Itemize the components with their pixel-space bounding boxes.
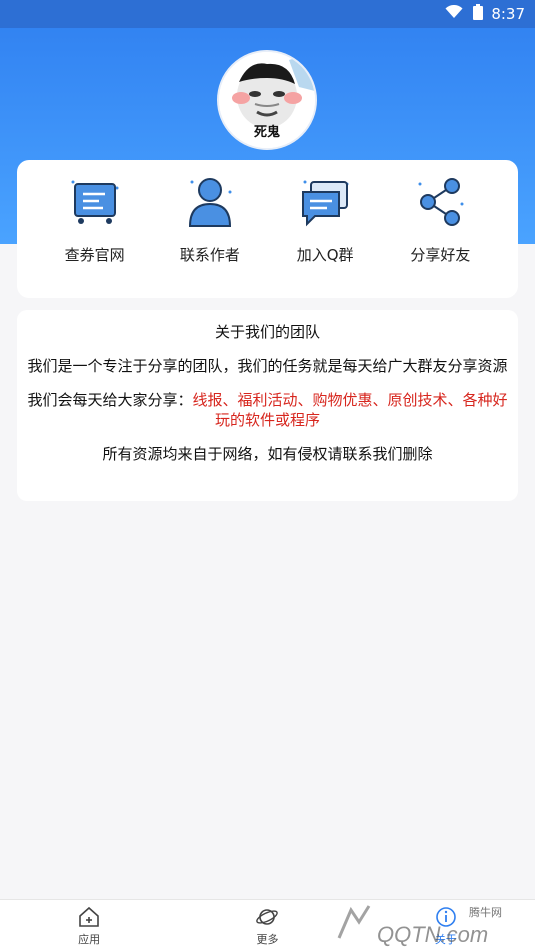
tab-label: 关于 xyxy=(434,932,457,946)
about-card: 关于我们的团队 我们是一个专注于分享的团队，我们的任务就是每天给广大群友分享资源… xyxy=(17,310,518,501)
avatar[interactable]: 死鬼 xyxy=(217,50,317,150)
menu-item-share-friends[interactable]: 分享好友 xyxy=(390,174,490,265)
chat-icon xyxy=(302,180,349,227)
share-icon xyxy=(418,178,464,226)
tab-apps[interactable]: 应用 xyxy=(29,905,149,947)
wifi-icon xyxy=(445,4,463,23)
cart-icon xyxy=(71,180,119,224)
user-icon xyxy=(188,178,232,227)
tab-label: 更多 xyxy=(256,932,279,946)
menu-label: 加入Q群 xyxy=(296,246,354,264)
home-icon xyxy=(79,906,99,927)
menu-label: 联系作者 xyxy=(179,246,240,264)
bottom-nav: 应用 更多 关于 xyxy=(0,899,535,951)
menu-item-join-qq-group[interactable]: 加入Q群 xyxy=(275,174,375,265)
avatar-caption: 死鬼 xyxy=(253,125,280,140)
menu-label: 查券官网 xyxy=(64,246,125,264)
quick-menu-card: 查券官网 联系作者 加入Q群 分享好友 xyxy=(17,160,518,298)
about-paragraph-mission: 我们是一个专注于分享的团队，我们的任务就是每天给广大群友分享资源 xyxy=(27,357,508,375)
about-paragraph-share: 我们会每天给大家分享：线报、福利活动、购物优惠、原创技术、各种好玩的软件或程序 xyxy=(23,390,512,430)
menu-item-contact-author[interactable]: 联系作者 xyxy=(160,174,260,265)
tab-about[interactable]: 关于 xyxy=(386,905,506,947)
about-title: 关于我们的团队 xyxy=(214,323,320,341)
about-share-prefix: 我们会每天给大家分享： xyxy=(27,391,193,409)
status-bar: 8:37 xyxy=(0,0,535,28)
about-paragraph-disclaimer: 所有资源均来自于网络，如有侵权请联系我们删除 xyxy=(102,445,433,463)
menu-item-coupon-site[interactable]: 查券官网 xyxy=(45,174,145,265)
status-time: 8:37 xyxy=(491,5,525,23)
tab-more[interactable]: 更多 xyxy=(207,905,327,947)
planet-icon xyxy=(256,908,279,925)
tab-label: 应用 xyxy=(78,932,101,946)
battery-icon xyxy=(473,4,484,24)
about-share-highlight: 线报、福利活动、购物优惠、原创技术、各种好玩的软件或程序 xyxy=(192,391,508,429)
info-icon xyxy=(436,906,456,927)
menu-label: 分享好友 xyxy=(410,246,471,264)
